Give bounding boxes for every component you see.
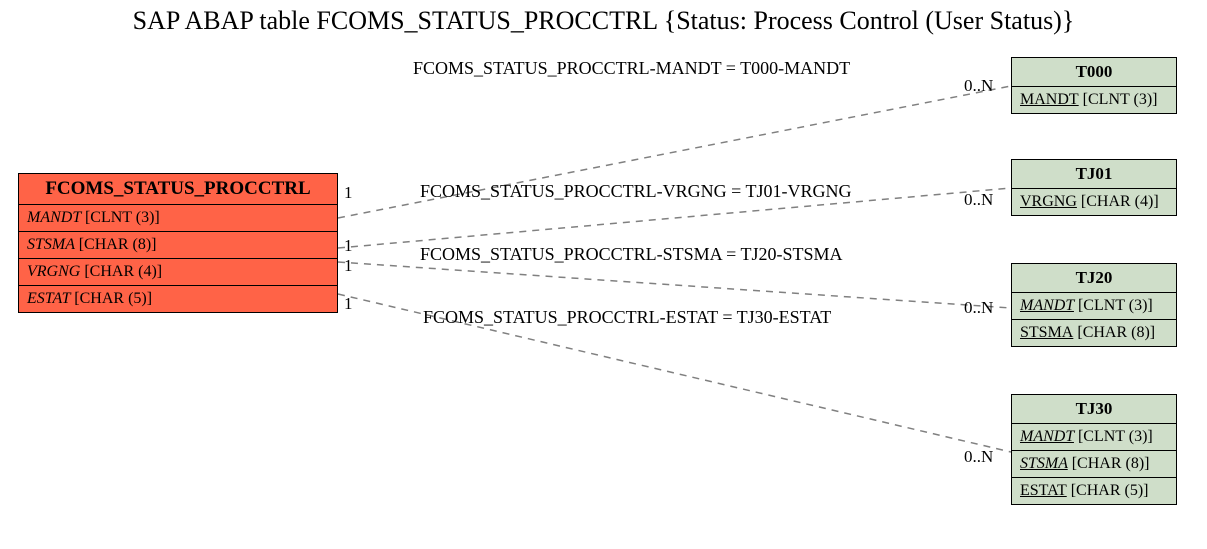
- entity-tj01: TJ01 VRGNG [CHAR (4)]: [1011, 159, 1177, 216]
- entity-header: T000: [1012, 58, 1176, 87]
- field-stsma: STSMA [CHAR (8)]: [19, 232, 337, 259]
- field-mandt: MANDT [CLNT (3)]: [1012, 424, 1176, 451]
- cardinality-left-2: 1: [344, 236, 353, 256]
- field-vrgng: VRGNG [CHAR (4)]: [1012, 189, 1176, 215]
- cardinality-right-3: 0..N: [964, 298, 993, 318]
- relation-label-tj20: FCOMS_STATUS_PROCCTRL-STSMA = TJ20-STSMA: [420, 244, 843, 265]
- cardinality-right-4: 0..N: [964, 447, 993, 467]
- field-mandt: MANDT [CLNT (3)]: [1012, 87, 1176, 113]
- field-estat: ESTAT [CHAR (5)]: [19, 286, 337, 312]
- field-stsma: STSMA [CHAR (8)]: [1012, 320, 1176, 346]
- entity-header: TJ01: [1012, 160, 1176, 189]
- relation-label-tj01: FCOMS_STATUS_PROCCTRL-VRGNG = TJ01-VRGNG: [420, 181, 851, 202]
- cardinality-right-1: 0..N: [964, 76, 993, 96]
- cardinality-right-2: 0..N: [964, 190, 993, 210]
- entity-header: TJ20: [1012, 264, 1176, 293]
- entity-tj30: TJ30 MANDT [CLNT (3)] STSMA [CHAR (8)] E…: [1011, 394, 1177, 505]
- entity-fcoms-status-procctrl: FCOMS_STATUS_PROCCTRL MANDT [CLNT (3)] S…: [18, 173, 338, 313]
- field-mandt: MANDT [CLNT (3)]: [19, 205, 337, 232]
- page-title: SAP ABAP table FCOMS_STATUS_PROCCTRL {St…: [0, 6, 1207, 36]
- field-stsma: STSMA [CHAR (8)]: [1012, 451, 1176, 478]
- entity-header: FCOMS_STATUS_PROCCTRL: [19, 174, 337, 205]
- entity-header: TJ30: [1012, 395, 1176, 424]
- relation-label-t000: FCOMS_STATUS_PROCCTRL-MANDT = T000-MANDT: [413, 58, 850, 79]
- field-vrgng: VRGNG [CHAR (4)]: [19, 259, 337, 286]
- relation-label-tj30: FCOMS_STATUS_PROCCTRL-ESTAT = TJ30-ESTAT: [423, 307, 831, 328]
- field-estat: ESTAT [CHAR (5)]: [1012, 478, 1176, 504]
- cardinality-left-3: 1: [344, 256, 353, 276]
- cardinality-left-1: 1: [344, 183, 353, 203]
- cardinality-left-4: 1: [344, 294, 353, 314]
- entity-tj20: TJ20 MANDT [CLNT (3)] STSMA [CHAR (8)]: [1011, 263, 1177, 347]
- field-mandt: MANDT [CLNT (3)]: [1012, 293, 1176, 320]
- entity-t000: T000 MANDT [CLNT (3)]: [1011, 57, 1177, 114]
